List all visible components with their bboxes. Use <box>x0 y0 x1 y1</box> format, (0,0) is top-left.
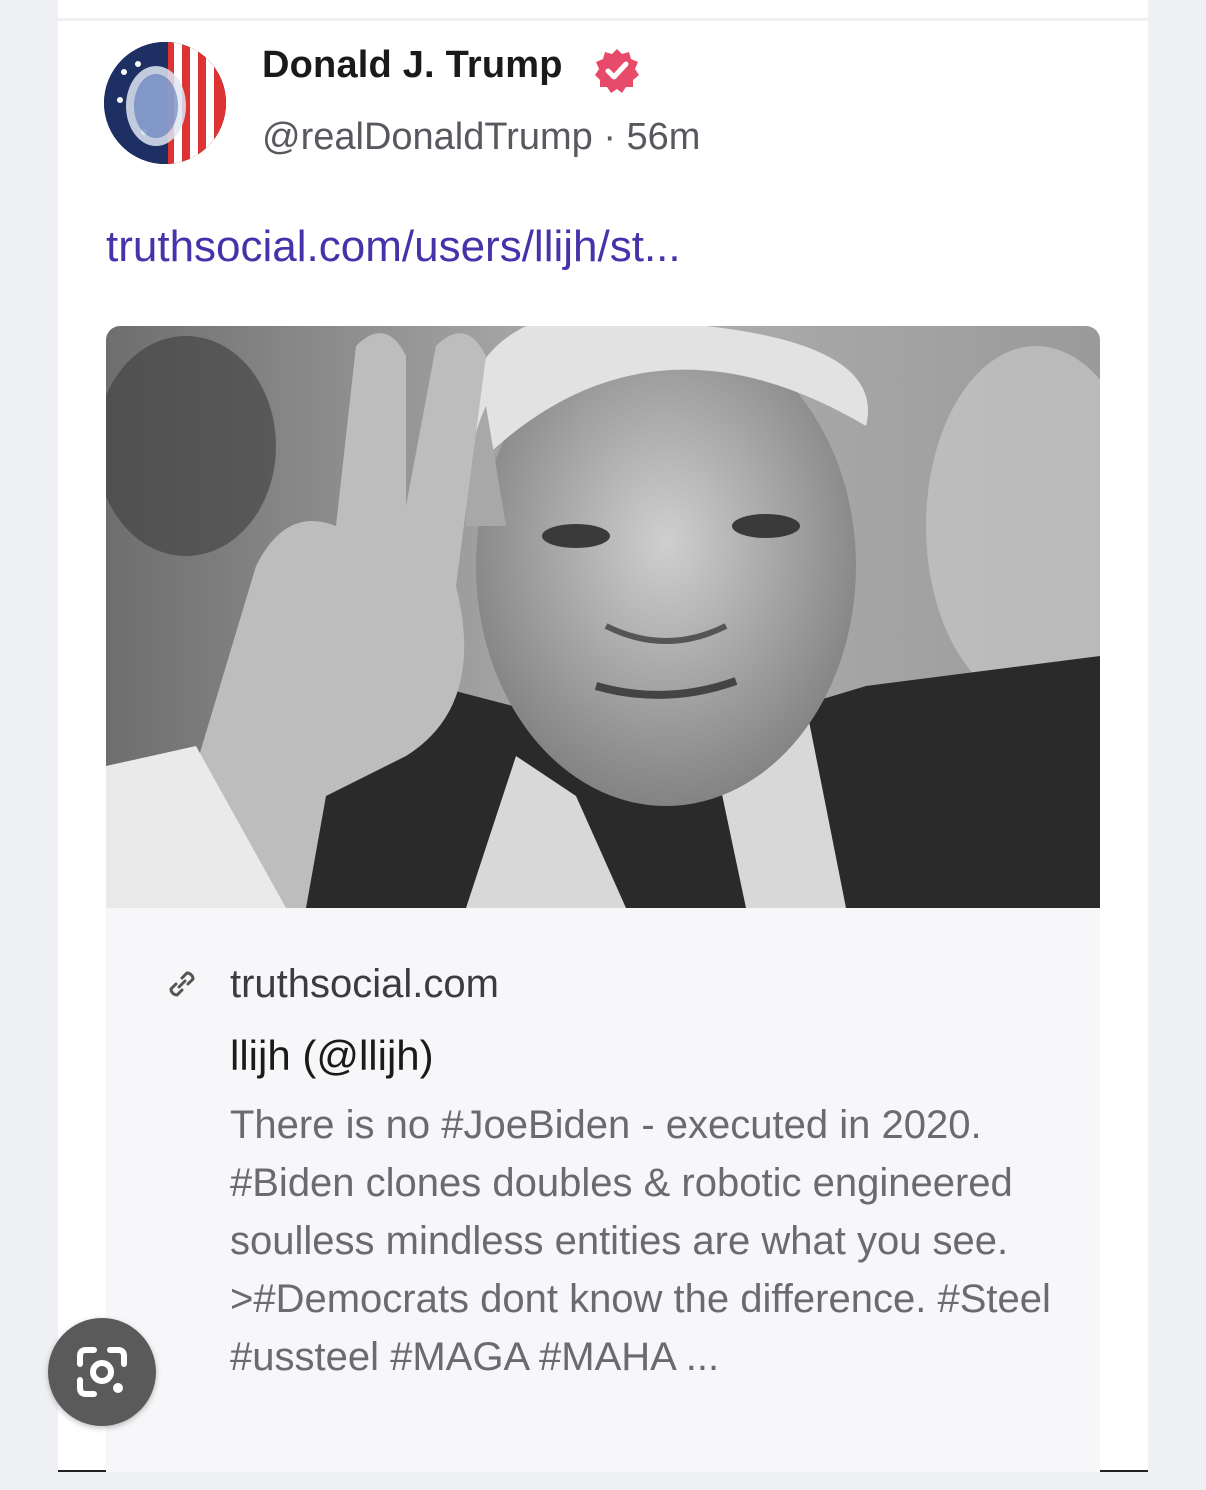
preview-domain-row: truthsocial.com <box>162 962 499 1006</box>
visual-search-icon <box>77 1347 127 1397</box>
preview-title: llijh (@llijh) <box>230 1032 434 1079</box>
visual-search-button[interactable] <box>48 1318 156 1426</box>
verified-badge-icon <box>595 49 639 93</box>
author-name[interactable]: Donald J. Trump <box>262 44 563 87</box>
post-card: Donald J. Trump @realDonaldTrump · 56m t… <box>58 0 1148 1472</box>
link-icon <box>169 971 195 997</box>
preview-description: There is no #JoeBiden - executed in 2020… <box>230 1103 1051 1379</box>
handle-line: @realDonaldTrump · 56m <box>262 116 700 159</box>
link-preview-card[interactable]: truthsocial.com llijh (@llijh) There is … <box>106 326 1100 1472</box>
preview-image[interactable] <box>106 326 1100 908</box>
post-time[interactable]: 56m <box>627 116 701 158</box>
preview-domain: truthsocial.com <box>230 961 499 1006</box>
divider <box>58 18 1148 21</box>
avatar-image <box>104 42 226 164</box>
separator: · <box>603 116 616 158</box>
author-handle[interactable]: @realDonaldTrump <box>262 116 593 158</box>
avatar[interactable] <box>104 42 226 164</box>
post-link[interactable]: truthsocial.com/users/llijh/st... <box>106 222 681 272</box>
